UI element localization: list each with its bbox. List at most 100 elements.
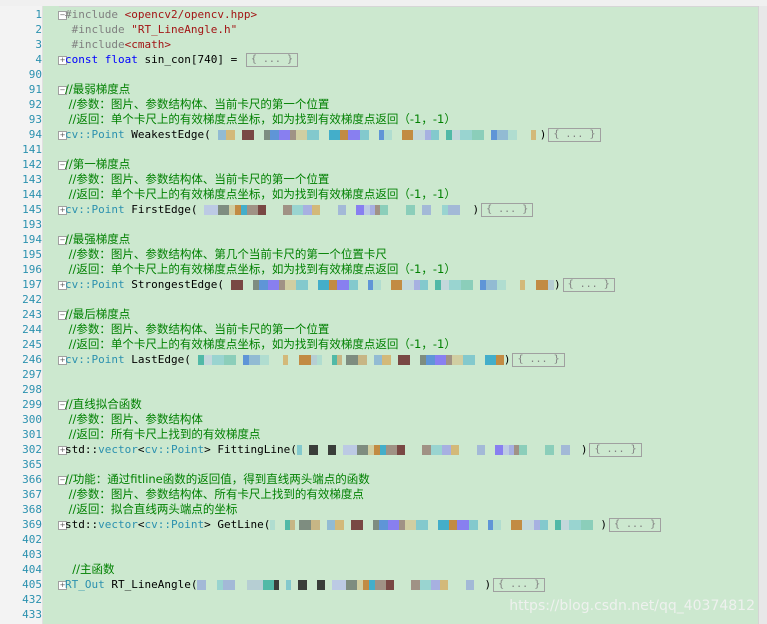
collapsed-region-marker[interactable]: { ... } [493,578,546,592]
collapsed-region-marker[interactable]: { ... } [245,53,298,67]
code-text: cv::Point FirstEdge(){ ... } [65,202,534,217]
line-number: 367 [0,487,42,502]
vertical-scrollbar[interactable] [758,6,767,624]
line-number-text: 141 [22,143,42,156]
code-line[interactable]: 197 + cv::Point StrongestEdge(){ ... } [0,277,759,292]
code-token: > GetLine( [204,518,271,531]
code-line[interactable]: 144 //返回：单个卡尺上的有效梯度点坐标，如为找到有效梯度点返回（-1，-1… [0,187,759,202]
code-line[interactable]: 93 //返回：单个卡尺上的有效梯度点坐标，如为找到有效梯度点返回（-1，-1） [0,112,759,127]
comment-token: //参数：图片、参数结构体、当前卡尺的第一个位置 [65,172,330,186]
code-line[interactable]: 244 //参数：图片、参数结构体、当前卡尺的第一个位置 [0,322,759,337]
code-line[interactable]: 1− #include <opencv2/opencv.hpp> [0,7,759,22]
comment-token: //主函数 [65,562,115,576]
code-line[interactable]: 300 //参数：图片、参数结构体 [0,412,759,427]
line-number: 93 [0,112,42,127]
comment-token: //直线拟合函数 [65,397,142,411]
code-text: //返回：拟合直线两头端点的坐标 [65,502,238,517]
comment-token: //最后梯度点 [65,307,131,321]
line-number: 92 [0,97,42,112]
code-line[interactable]: 403 [0,547,759,562]
code-text: //最强梯度点 [65,232,130,247]
code-line[interactable]: 90 [0,67,759,82]
line-number-text: 298 [22,383,42,396]
code-line[interactable]: 141 [0,142,759,157]
line-number-text: 144 [22,188,42,201]
line-number-text: 244 [22,323,42,336]
code-line[interactable]: 142−//第一梯度点 [0,157,759,172]
code-line[interactable]: 365 [0,457,759,472]
code-line[interactable]: 405 + RT_Out RT_LineAngle(){ ... } [0,577,759,592]
line-number-text: 302 [22,443,42,456]
code-token: FirstEdge( [131,203,198,216]
code-token: > FittingLine( [204,443,297,456]
code-line[interactable]: 243−//最后梯度点 [0,307,759,322]
code-token: cv::Point [65,278,132,291]
collapsed-region-marker[interactable]: { ... } [481,203,534,217]
line-number-text: 143 [22,173,42,186]
line-number-text: 91 [28,83,42,96]
line-number: 196 [0,262,42,277]
close-paren: ) [600,518,607,531]
line-number-text: 299 [22,398,42,411]
code-line[interactable]: 367 //参数：图片、参数结构体、所有卡尺上找到的有效梯度点 [0,487,759,502]
line-number-text: 403 [22,548,42,561]
code-line[interactable]: 297 [0,367,759,382]
code-text: //返回：单个卡尺上的有效梯度点坐标，如为找到有效梯度点返回（-1，-1） [65,262,456,277]
code-token: sin_con[740] = [144,53,244,66]
code-line[interactable]: 369 + std::vector<cv::Point> GetLine(){ ..… [0,517,759,532]
code-token: < [137,443,145,456]
code-line[interactable]: 242 [0,292,759,307]
code-line[interactable]: 246 + cv::Point LastEdge(){ ... } [0,352,759,367]
code-text: cv::Point LastEdge(){ ... } [65,352,565,367]
code-line[interactable]: 196 //返回：单个卡尺上的有效梯度点坐标，如为找到有效梯度点返回（-1，-1… [0,262,759,277]
code-line[interactable]: 92 //参数：图片、参数结构体、当前卡尺的第一个位置 [0,97,759,112]
code-line[interactable]: 143 //参数：图片、参数结构体、当前卡尺的第一个位置 [0,172,759,187]
line-number: 4 [0,52,42,67]
code-token: cv::Point [144,518,205,531]
line-number-text: 301 [22,428,42,441]
line-number-text: 145 [22,203,42,216]
line-number-text: 142 [22,158,42,171]
code-line[interactable]: 3 #include<cmath> [0,37,759,52]
code-line[interactable]: 91−//最弱梯度点 [0,82,759,97]
code-line[interactable]: 94 + cv::Point WeakestEdge(){ ... } [0,127,759,142]
collapsed-region-marker[interactable]: { ... } [608,518,662,532]
line-number: 195 [0,247,42,262]
code-text: //参数：图片、参数结构体、当前卡尺的第一个位置 [65,322,330,337]
code-line[interactable]: 195 //参数：图片、参数结构体、第几个当前卡尺的第一个位置卡尺 [0,247,759,262]
collapsed-region-marker[interactable]: { ... } [589,443,642,457]
code-line[interactable]: 366−//功能：通过fitline函数的返回值，得到直线两头端点的函数 [0,472,759,487]
code-line[interactable]: 2 #include "RT_LineAngle.h" [0,22,759,37]
collapsed-region-marker[interactable]: { ... } [562,278,615,292]
code-line[interactable]: 404 //主函数 [0,562,759,577]
code-text: #include "RT_LineAngle.h" [65,22,238,37]
line-number-text: 4 [35,53,42,66]
collapsed-region-marker[interactable]: { ... } [548,128,601,142]
code-line[interactable]: 368 //返回：拟合直线两头端点的坐标 [0,502,759,517]
close-paren: ) [472,203,480,216]
line-number-text: 300 [22,413,42,426]
line-number: 243 [0,307,42,322]
comment-token: //最强梯度点 [65,232,131,246]
code-line[interactable]: 301 //返回：所有卡尺上找到的有效梯度点 [0,427,759,442]
code-token: std:: [65,443,99,456]
line-number-text: 193 [22,218,42,231]
line-number-text: 402 [22,533,42,546]
comment-token: //参数：图片、参数结构体 [65,412,203,426]
line-number-text: 242 [22,293,42,306]
code-text: #include <opencv2/opencv.hpp> [65,7,257,22]
code-line[interactable]: 145 + cv::Point FirstEdge(){ ... } [0,202,759,217]
code-line[interactable]: 298 [0,382,759,397]
code-line[interactable]: 4 + const float sin_con[740] = { ... } [0,52,759,67]
line-number: 432 [0,592,42,607]
code-line[interactable]: 402 [0,532,759,547]
line-number-text: 366 [22,473,42,486]
line-number: 369 [0,517,42,532]
code-line[interactable]: 194−//最强梯度点 [0,232,759,247]
collapsed-region-marker[interactable]: { ... } [512,353,565,367]
code-text: RT_Out RT_LineAngle(){ ... } [65,577,546,592]
code-line[interactable]: 302 + std::vector<cv::Point> FittingLine()… [0,442,759,457]
code-line[interactable]: 245 //返回：单个卡尺上的有效梯度点坐标，如为找到有效梯度点返回（-1，-1… [0,337,759,352]
code-line[interactable]: 193 [0,217,759,232]
code-line[interactable]: 299−//直线拟合函数 [0,397,759,412]
